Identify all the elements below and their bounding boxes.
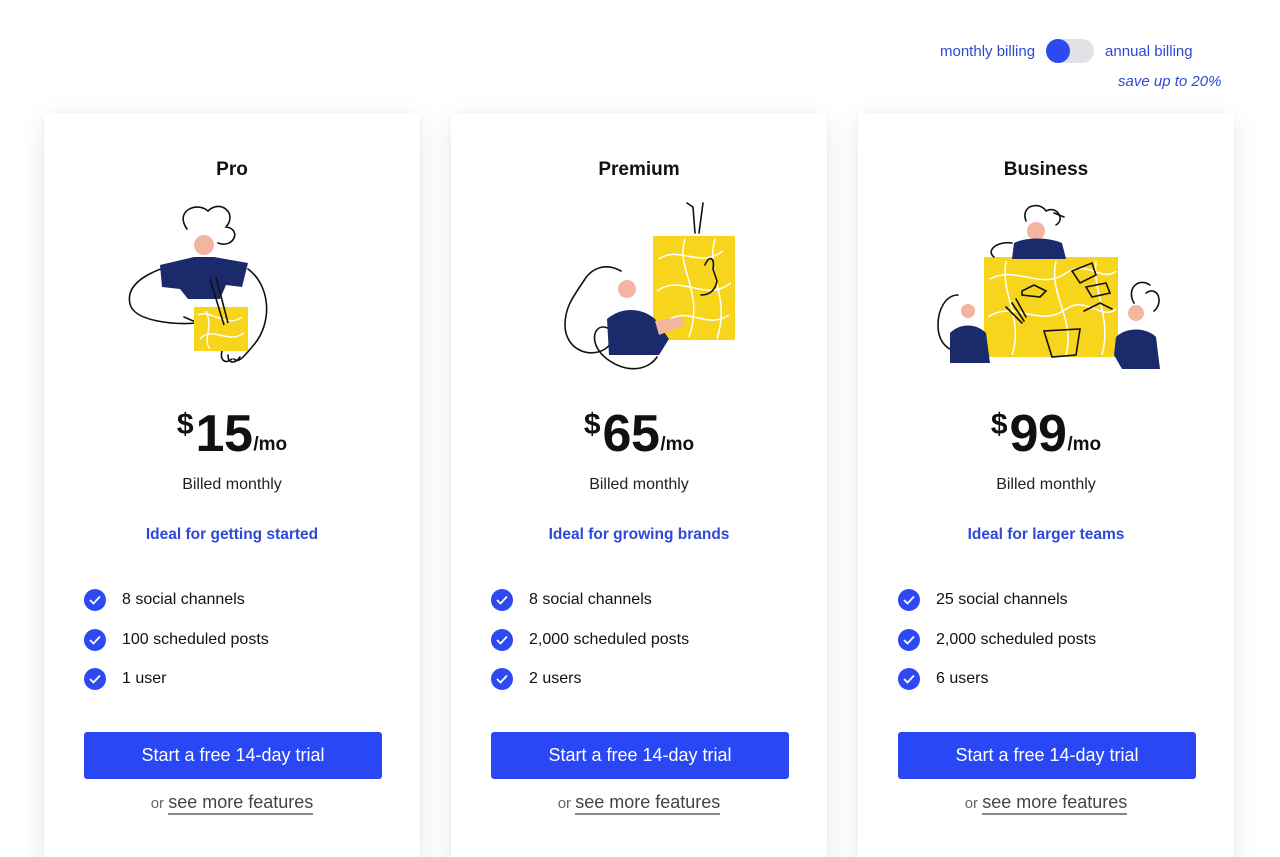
- feature-text: 25 social channels: [936, 591, 1068, 608]
- feature-list: 8 social channels 100 scheduled posts 1 …: [84, 589, 269, 709]
- person-holding-box-illustration: [128, 205, 268, 363]
- start-trial-button[interactable]: Start a free 14-day trial: [898, 732, 1196, 779]
- plan-tagline: Ideal for getting started: [145, 526, 319, 543]
- monthly-billing-label[interactable]: monthly billing: [940, 43, 1035, 60]
- price-period: /mo: [660, 434, 695, 455]
- feature-item: 8 social channels: [84, 589, 269, 611]
- check-icon: [84, 589, 106, 611]
- price-period: /mo: [253, 434, 288, 455]
- feature-item: 6 users: [898, 668, 1096, 690]
- billing-toggle-row: monthly billing annual billing: [940, 38, 1193, 64]
- plan-tagline: Ideal for growing brands: [548, 526, 730, 543]
- person-pointing-at-board-illustration: [564, 202, 735, 370]
- price-period: /mo: [1067, 434, 1102, 455]
- feature-item: 8 social channels: [491, 589, 689, 611]
- price-amount: 65: [602, 405, 660, 463]
- plan-name: Premium: [598, 159, 680, 180]
- plan-name: Pro: [216, 159, 248, 180]
- price: $ 65 /mo: [451, 408, 827, 460]
- see-more-features-link[interactable]: see more features: [982, 792, 1128, 815]
- feature-item: 1 user: [84, 668, 269, 690]
- billing-period: Billed monthly: [182, 476, 282, 493]
- feature-text: 8 social channels: [529, 591, 652, 608]
- feature-text: 2,000 scheduled posts: [529, 630, 690, 648]
- feature-text: 1 user: [122, 670, 167, 687]
- price: $ 15 /mo: [44, 408, 420, 460]
- check-icon: [491, 589, 513, 611]
- plan-tagline: Ideal for larger teams: [967, 526, 1125, 543]
- feature-text: 2,000 scheduled posts: [936, 630, 1097, 648]
- feature-item: 2 users: [491, 668, 689, 690]
- price-currency: $: [583, 408, 601, 441]
- feature-text: 2 users: [529, 670, 582, 687]
- check-icon: [898, 628, 920, 651]
- price-amount: 99: [1009, 405, 1067, 463]
- see-more-prefix: or: [964, 795, 979, 812]
- price-amount: 15: [195, 405, 253, 463]
- annual-billing-label[interactable]: annual billing: [1105, 43, 1193, 60]
- see-more-features-link[interactable]: see more features: [575, 792, 721, 815]
- check-icon: [898, 589, 920, 611]
- feature-list: 25 social channels 2,000 scheduled posts…: [898, 589, 1097, 709]
- feature-list: 8 social channels 2,000 scheduled posts …: [491, 589, 690, 709]
- billing-period: Billed monthly: [996, 476, 1096, 493]
- billing-period: Billed monthly: [589, 476, 689, 493]
- feature-text: 6 users: [936, 670, 989, 687]
- see-more-features: or see more features: [451, 792, 827, 815]
- plan-card-business: Business $ 99 /mo Billed monthly Ideal f…: [858, 113, 1234, 857]
- billing-toggle-knob: [1046, 39, 1071, 63]
- check-icon: [898, 668, 920, 690]
- see-more-features: or see more features: [858, 792, 1234, 815]
- feature-item: 100 scheduled posts: [84, 628, 269, 651]
- price: $ 99 /mo: [858, 408, 1234, 460]
- plan-card-pro: Pro $ 15 /mo Billed monthly Ideal for ge…: [44, 113, 420, 857]
- check-icon: [84, 628, 106, 651]
- start-trial-button[interactable]: Start a free 14-day trial: [84, 732, 382, 779]
- see-more-features: or see more features: [44, 792, 420, 815]
- feature-item: 25 social channels: [898, 589, 1096, 611]
- feature-text: 8 social channels: [122, 591, 245, 608]
- plan-card-premium: Premium $ 65 /mo Billed monthly Ideal fo…: [451, 113, 827, 857]
- price-currency: $: [990, 408, 1008, 441]
- check-icon: [491, 668, 513, 690]
- plan-name: Business: [1003, 159, 1089, 180]
- feature-text: 100 scheduled posts: [122, 630, 269, 648]
- billing-toggle[interactable]: [1046, 39, 1095, 63]
- price-currency: $: [176, 408, 194, 441]
- see-more-features-link[interactable]: see more features: [168, 792, 314, 815]
- start-trial-button[interactable]: Start a free 14-day trial: [491, 732, 789, 779]
- feature-item: 2,000 scheduled posts: [898, 628, 1097, 651]
- see-more-prefix: or: [150, 795, 165, 812]
- see-more-prefix: or: [557, 795, 572, 812]
- feature-item: 2,000 scheduled posts: [491, 628, 690, 651]
- check-icon: [84, 668, 106, 690]
- save-note: save up to 20%: [1118, 73, 1222, 90]
- check-icon: [491, 628, 513, 651]
- team-around-board-illustration: [937, 204, 1160, 369]
